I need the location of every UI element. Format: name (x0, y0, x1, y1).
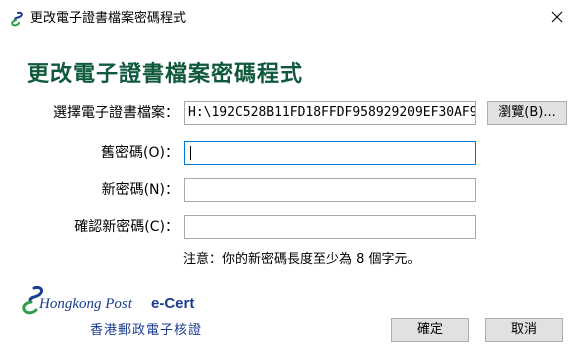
logo-brand: e-Cert (151, 295, 195, 312)
ok-button[interactable]: 確定 (391, 318, 469, 342)
text-caret (190, 146, 191, 160)
close-icon (551, 11, 563, 23)
cancel-button[interactable]: 取消 (485, 318, 563, 342)
page-heading: 更改電子證書檔案密碼程式 (27, 62, 304, 87)
logo-chinese-name: 香港郵政電子核證 (90, 323, 203, 338)
browse-button[interactable]: 瀏覽(B)... (487, 101, 567, 125)
confirm-password-field[interactable] (184, 215, 476, 239)
confirm-password-label: 確認新密碼(C)： (74, 219, 179, 235)
old-password-label: 舊密碼(O)： (101, 145, 179, 161)
close-button[interactable] (537, 0, 577, 34)
new-password-label: 新密碼(N)： (101, 182, 179, 198)
dialog-window: 更改電子證書檔案密碼程式 更改電子證書檔案密碼程式 選擇電子證書檔案： H:\1… (0, 0, 577, 350)
password-length-note: 注意：你的新密碼長度至少為 8 個字元。 (183, 252, 421, 267)
hongkong-post-ecert-logo: Hongkong Post e-Cert 香港郵政電子核證 (20, 284, 220, 342)
cert-file-label: 選擇電子證書檔案： (53, 105, 179, 121)
logo-english-name: Hongkong Post (39, 296, 132, 312)
window-title: 更改電子證書檔案密碼程式 (30, 11, 187, 26)
old-password-field[interactable] (184, 141, 476, 165)
cert-file-path-field[interactable]: H:\192C528B11FD18FFDF958929209EF30AF989( (184, 101, 476, 125)
hongkong-post-logo-icon (11, 11, 23, 27)
title-bar: 更改電子證書檔案密碼程式 (0, 0, 577, 38)
new-password-field[interactable] (184, 178, 476, 202)
